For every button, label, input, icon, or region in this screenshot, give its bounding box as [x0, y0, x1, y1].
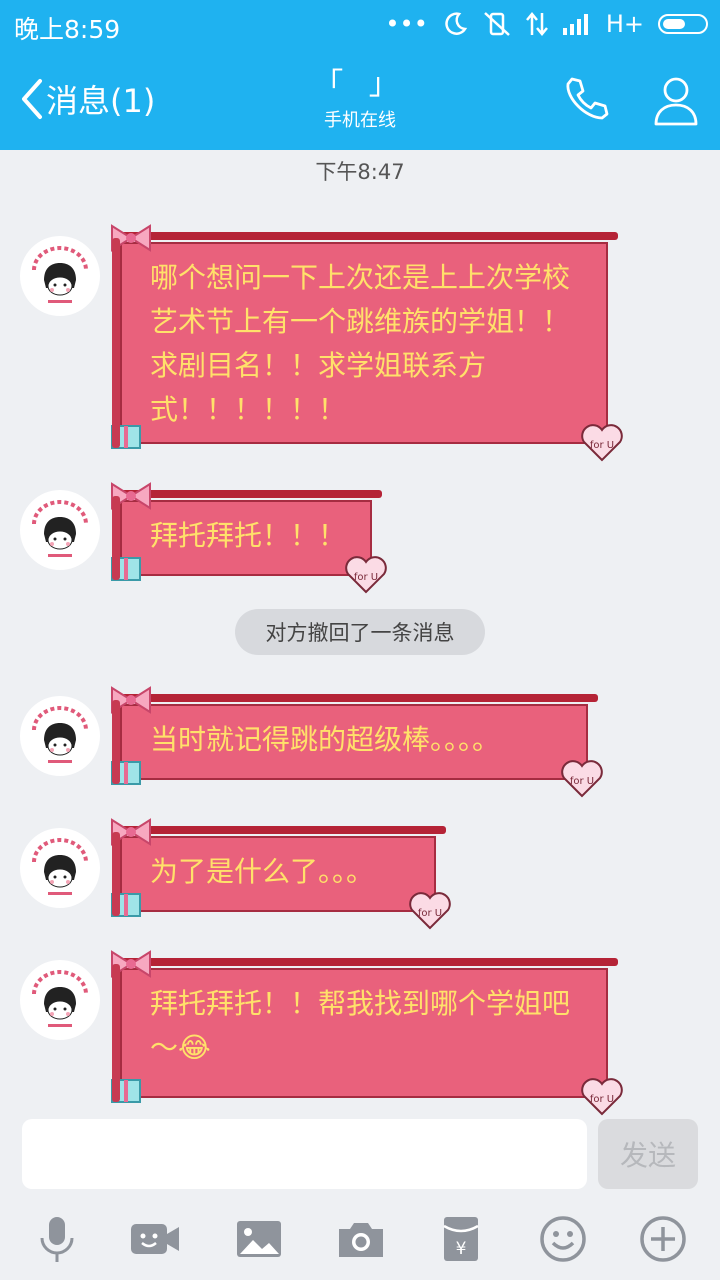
emoji-icon[interactable] — [538, 1214, 588, 1264]
back-label: 消息(1) — [46, 82, 156, 120]
message-text: 拜托拜托！！帮我找到哪个学姐吧～😂 — [150, 987, 571, 1064]
ribbon-bow-icon — [111, 818, 151, 846]
heart-for-u-icon: for U — [561, 760, 603, 798]
message-bubble[interactable]: 哪个想问一下上次还是上上次学校艺术节上有一个跳维族的学姐！！求剧目名！！求学姐联… — [111, 224, 623, 462]
plus-icon[interactable] — [638, 1214, 688, 1264]
message-bubble[interactable]: 拜托拜托！！！ for U — [111, 482, 387, 594]
send-button[interactable]: 发送 — [598, 1119, 698, 1189]
online-status: 手机在线 — [324, 110, 396, 131]
heart-for-u-icon: for U — [581, 424, 623, 462]
avatar-maruko-icon — [32, 970, 88, 1027]
top-bar: 晚上8:59 ••• H+ 消息(1) 「 」 手机在线 — [0, 0, 720, 150]
vibrate-off-icon — [483, 12, 510, 36]
status-icons: ••• H+ — [385, 10, 708, 38]
gift-box-icon — [111, 1079, 141, 1103]
microphone-icon[interactable] — [32, 1214, 82, 1264]
input-toolbar: ¥ — [0, 1200, 720, 1280]
ribbon-bow-icon — [111, 482, 151, 510]
network-type: H+ — [605, 10, 644, 38]
heart-for-u-icon: for U — [345, 556, 387, 594]
svg-text:¥: ¥ — [456, 1239, 467, 1259]
more-dots-icon: ••• — [385, 10, 428, 38]
signal-icon — [562, 14, 588, 35]
ribbon-bow-icon — [111, 224, 151, 252]
svg-text:for U: for U — [570, 776, 594, 787]
message-bubble[interactable]: 当时就记得跳的超级棒。。。。 for U — [111, 686, 603, 798]
avatar[interactable] — [20, 236, 100, 316]
gift-box-icon — [111, 893, 141, 917]
avatar[interactable] — [20, 696, 100, 776]
red-packet-icon[interactable]: ¥ — [436, 1214, 486, 1264]
svg-text:for U: for U — [590, 440, 614, 451]
image-icon[interactable] — [234, 1214, 284, 1264]
message-text: 当时就记得跳的超级棒。。。。 — [150, 723, 501, 756]
data-arrows-icon — [525, 12, 548, 36]
heart-for-u-icon: for U — [581, 1078, 623, 1116]
video-call-icon[interactable] — [130, 1214, 180, 1264]
avatar-maruko-icon — [32, 838, 88, 895]
avatar-maruko-icon — [32, 706, 88, 763]
avatar-maruko-icon — [32, 246, 88, 303]
status-time: 晚上8:59 — [14, 15, 121, 44]
svg-text:for U: for U — [590, 1094, 614, 1105]
profile-icon[interactable] — [652, 74, 700, 126]
message-bubble[interactable]: 拜托拜托！！帮我找到哪个学姐吧～😂 for U — [111, 950, 623, 1116]
nav-bar: 消息(1) 「 」 手机在线 — [0, 50, 720, 150]
status-bar: 晚上8:59 ••• H+ — [0, 0, 720, 50]
svg-text:for U: for U — [418, 908, 442, 919]
chat-title: 「 」 — [313, 67, 407, 102]
avatar[interactable] — [20, 960, 100, 1040]
camera-icon[interactable] — [336, 1214, 386, 1264]
chat-title-block[interactable]: 「 」 手机在线 — [260, 68, 460, 132]
moon-icon — [445, 12, 468, 35]
gift-box-icon — [111, 425, 141, 449]
avatar[interactable] — [20, 490, 100, 570]
phone-icon[interactable] — [562, 74, 610, 122]
avatar-maruko-icon — [32, 500, 88, 557]
ribbon-bow-icon — [111, 950, 151, 978]
avatar[interactable] — [20, 828, 100, 908]
recall-notice: 对方撤回了一条消息 — [235, 609, 485, 655]
message-timestamp: 下午8:47 — [315, 160, 405, 184]
gift-box-icon — [111, 761, 141, 785]
message-text: 为了是什么了。。。 — [150, 855, 375, 888]
message-input[interactable] — [22, 1119, 587, 1189]
ribbon-bow-icon — [111, 686, 151, 714]
gift-box-icon — [111, 557, 141, 581]
heart-for-u-icon: for U — [409, 892, 451, 930]
svg-text:for U: for U — [354, 572, 378, 583]
message-text: 拜托拜托！！！ — [150, 519, 347, 552]
chevron-left-icon — [22, 79, 42, 119]
back-button[interactable]: 消息(1) — [18, 76, 155, 122]
message-text: 哪个想问一下上次还是上上次学校艺术节上有一个跳维族的学姐！！求剧目名！！求学姐联… — [150, 261, 571, 426]
battery-icon — [658, 14, 708, 34]
message-bubble[interactable]: 为了是什么了。。。 for U — [111, 818, 451, 930]
